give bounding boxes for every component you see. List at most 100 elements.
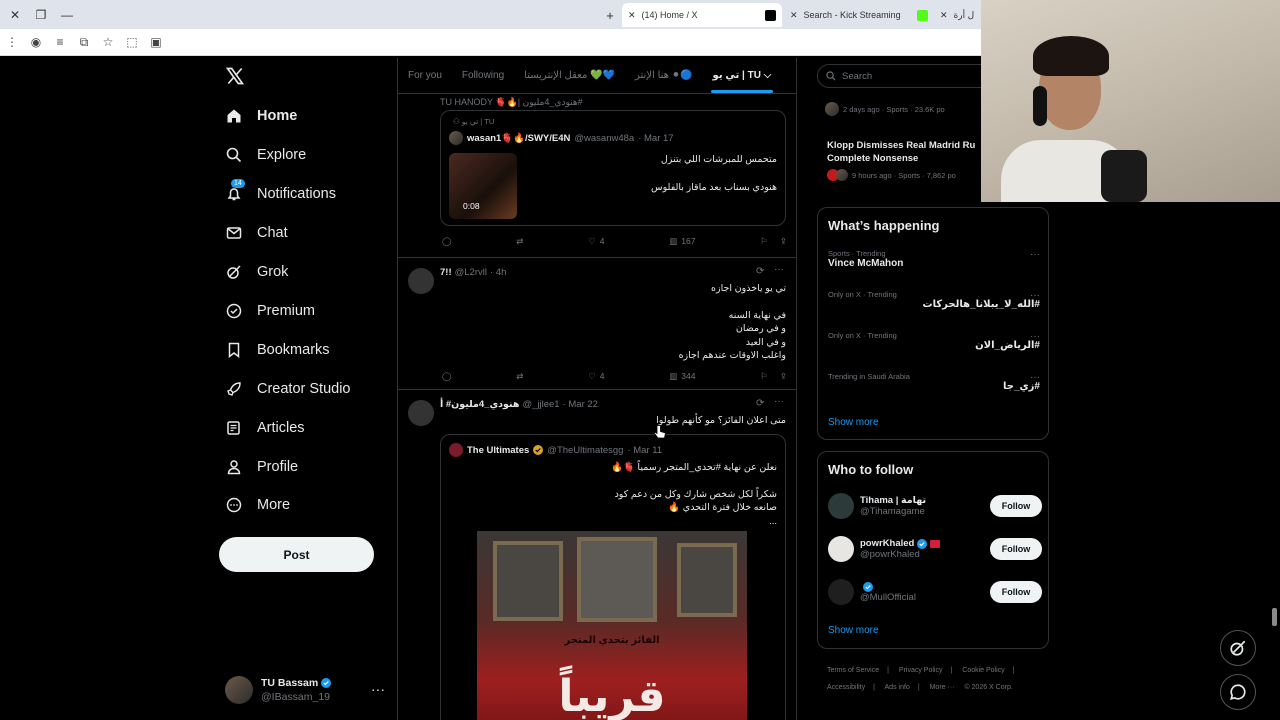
nav-creator-studio[interactable]: Creator Studio <box>225 374 351 404</box>
translate-icon[interactable]: ▣ <box>144 29 168 56</box>
nav-chat[interactable]: Chat <box>225 218 288 248</box>
grok-icon[interactable]: ⟳ <box>756 398 764 409</box>
screenshot-icon[interactable]: ⬚ <box>120 29 144 56</box>
trend-item[interactable]: Sports · Trending Vince McMahon ··· <box>828 249 1040 269</box>
articles-icon <box>225 419 243 437</box>
follow-button[interactable]: Follow <box>990 538 1042 560</box>
more-dots-icon[interactable]: ··· <box>774 396 784 407</box>
more-dots-icon[interactable]: ··· <box>1030 372 1040 383</box>
author-handle[interactable]: @_jjlee1 <box>522 399 559 410</box>
bookmark-icon[interactable]: ⚐ <box>760 236 768 247</box>
like-button[interactable]: ♡ 4 <box>588 236 604 247</box>
trend-item[interactable]: Only on X · Trending #الرياض_الان ··· <box>828 331 1040 351</box>
tab-home-x[interactable]: ✕ (14) Home / X <box>622 3 782 27</box>
search-icon <box>826 71 836 81</box>
x-logo-icon[interactable] <box>225 66 249 90</box>
nav-articles[interactable]: Articles <box>225 413 305 443</box>
extension-icon[interactable]: ⧉ <box>72 29 96 56</box>
share-icon[interactable]: ⇪ <box>780 236 787 247</box>
scrollbar[interactable] <box>1272 608 1277 626</box>
user-handle: @MullOfficial <box>860 591 916 603</box>
restore-window-icon[interactable]: ❐ <box>30 0 52 29</box>
more-dots-icon[interactable]: ··· <box>1030 249 1040 260</box>
footer-link[interactable]: Accessibility <box>827 684 865 691</box>
share-icon[interactable]: ⇪ <box>780 371 787 382</box>
more-dots-icon[interactable]: ··· <box>371 681 385 697</box>
tweet[interactable]: هنودي_4مليون# أ @_jjlee1 · Mar 22 ⟳ ··· … <box>398 390 796 720</box>
footer-link[interactable]: Terms of Service <box>827 667 879 674</box>
tweet[interactable]: 7!! @L2rvll · 4h ⟳ ··· تي يو ياخذون اجاز… <box>398 258 796 390</box>
more-dots-icon[interactable]: ··· <box>1030 290 1040 301</box>
nav-explore[interactable]: Explore <box>225 140 306 170</box>
show-more-link[interactable]: Show more <box>828 417 879 428</box>
avatar[interactable] <box>408 400 434 426</box>
reply-icon[interactable]: ◯ <box>442 371 452 382</box>
follow-suggestion[interactable]: powrKhaled @powrKhaled Follow <box>828 534 1042 564</box>
tweet-time[interactable]: · Mar 22 <box>563 399 598 410</box>
trend-item[interactable]: Trending in Saudi Arabia #زي_جا ··· <box>828 372 1040 392</box>
tab-following[interactable]: Following <box>452 70 514 81</box>
show-more-link[interactable]: Show more <box>828 625 879 636</box>
nav-bookmarks[interactable]: Bookmarks <box>225 335 330 365</box>
views-button[interactable]: ▥ 167 <box>669 236 695 247</box>
reader-icon[interactable]: ≡ <box>48 29 72 56</box>
follow-button[interactable]: Follow <box>990 581 1042 603</box>
account-handle: @IBassam_19 <box>261 691 331 703</box>
retweet-icon[interactable]: ⇄ <box>516 371 523 382</box>
tab-other[interactable]: ✕ ل أرة <box>934 3 981 27</box>
nav-profile[interactable]: Profile <box>225 452 298 482</box>
more-dots-icon[interactable]: ··· <box>774 264 784 275</box>
star-icon[interactable]: ☆ <box>96 29 120 56</box>
menu-dots-icon[interactable]: ⋮ <box>0 29 24 56</box>
grok-float-icon[interactable] <box>1220 630 1256 666</box>
author-name[interactable]: 7!! <box>440 267 452 278</box>
nav-grok[interactable]: Grok <box>225 257 288 287</box>
footer-link[interactable]: More ··· <box>930 684 955 691</box>
follow-suggestion[interactable]: @MullOfficial Follow <box>828 577 1042 607</box>
tab-list-2[interactable]: هنا الإنتر ⚫🔵 <box>625 70 703 81</box>
new-tab-button[interactable]: + <box>600 3 620 27</box>
close-tab-icon[interactable]: ✕ <box>628 10 636 21</box>
quoted-tweet[interactable]: ⚇ تي يو | TU wasan1🫀🔥/SWY/E4N @wasanw48a… <box>440 110 786 226</box>
tab-for-you[interactable]: For you <box>398 70 452 81</box>
search-icon <box>225 146 243 164</box>
video-thumbnail[interactable]: 0:08 <box>449 153 517 219</box>
quoted-tweet[interactable]: The Ultimates @TheUltimatesgg · Mar 11 ن… <box>440 434 786 720</box>
post-button[interactable]: Post <box>219 537 374 572</box>
author-name[interactable]: هنودي_4مليون# أ <box>440 399 519 410</box>
tab-list-1[interactable]: معقل الإنتريستا 💚💙 <box>514 70 625 81</box>
account-switcher[interactable]: TU Bassam @IBassam_19 ··· <box>225 673 385 707</box>
like-button[interactable]: ♡ 4 <box>588 371 604 382</box>
close-tab-icon[interactable]: ✕ <box>790 10 798 21</box>
avatar[interactable] <box>408 268 434 294</box>
who-to-follow-card: Who to follow Tihama | تهامة @Tihamagame… <box>817 451 1049 649</box>
tweet[interactable]: TU HANODY 🫀🔥| هنودي_4مليون# ⚇ تي يو | TU… <box>398 94 796 258</box>
minimize-window-icon[interactable]: — <box>56 0 78 29</box>
retweet-icon[interactable]: ⇄ <box>516 236 523 247</box>
more-dots-icon[interactable]: ··· <box>1030 331 1040 342</box>
tweet-time[interactable]: · 4h <box>490 267 506 278</box>
trend-item[interactable]: Only on X · Trending #الله_لا_يبلانا_هال… <box>828 290 1040 310</box>
image-headline: قريباً <box>558 672 666 720</box>
footer-link[interactable]: Privacy Policy <box>899 667 943 674</box>
nav-home[interactable]: Home <box>225 101 297 131</box>
follow-button[interactable]: Follow <box>990 495 1042 517</box>
nav-notifications[interactable]: 14 Notifications <box>225 179 336 209</box>
quoted-image[interactable]: الفائز بتحدي المتجر قريباً <box>477 531 747 720</box>
bookmark-icon[interactable]: ⚐ <box>760 371 768 382</box>
views-button[interactable]: ▥ 344 <box>669 371 695 382</box>
tab-kick[interactable]: ✕ Search - Kick Streaming <box>784 3 934 27</box>
globe-icon[interactable]: ◉ <box>24 29 48 56</box>
messages-float-icon[interactable] <box>1220 674 1256 710</box>
footer-link[interactable]: Cookie Policy <box>962 667 1004 674</box>
grok-icon[interactable]: ⟳ <box>756 266 764 277</box>
nav-premium[interactable]: Premium <box>225 296 315 326</box>
close-window-icon[interactable]: ✕ <box>4 0 26 29</box>
author-handle[interactable]: @L2rvll <box>455 267 487 278</box>
footer-link[interactable]: Ads info <box>885 684 910 691</box>
nav-more[interactable]: More <box>225 490 290 520</box>
close-tab-icon[interactable]: ✕ <box>940 10 948 21</box>
reply-icon[interactable]: ◯ <box>442 236 452 247</box>
follow-suggestion[interactable]: Tihama | تهامة @Tihamagame Follow <box>828 491 1042 521</box>
tab-list-tu[interactable]: تي يو | TU ⌵ <box>703 70 782 93</box>
